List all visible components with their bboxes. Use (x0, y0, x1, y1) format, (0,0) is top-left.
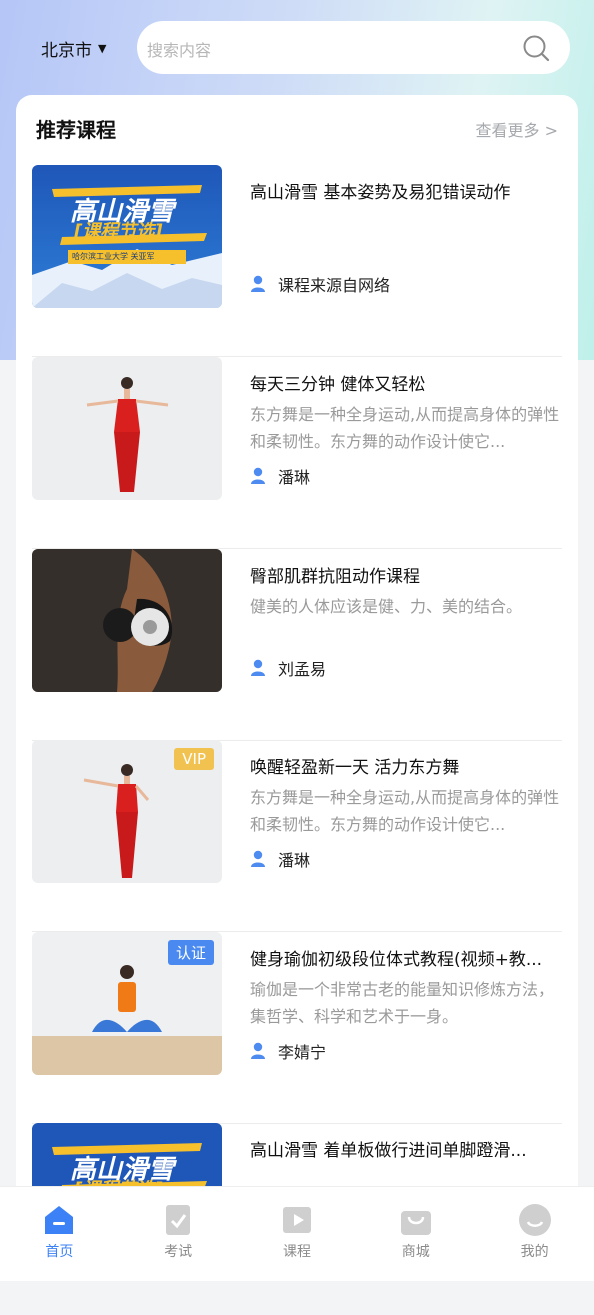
tab-profile[interactable]: 我的 (476, 1187, 594, 1281)
section-title: 推荐课程 (36, 118, 116, 142)
course-title: 臀部肌群抗阻动作课程 (250, 567, 420, 587)
course-thumbnail (32, 549, 222, 692)
course-description: 东方舞是一种全身运动,从而提高身体的弹性和柔韧性。东方舞的动作设计使它... (250, 405, 560, 451)
tab-label: 我的 (520, 1244, 549, 1260)
shop-bag-icon (400, 1211, 431, 1235)
course-title: 高山滑雪 着单板做行进间单脚蹬滑... (250, 1141, 527, 1161)
home-icon (45, 1206, 74, 1234)
course-author: 潘琳 (250, 847, 310, 871)
search-icon[interactable] (522, 34, 550, 62)
course-title: 每天三分钟 健体又轻松 (250, 375, 426, 395)
course-item[interactable]: 每天三分钟 健体又轻松 东方舞是一种全身运动,从而提高身体的弹性和柔韧性。东方舞… (32, 357, 562, 549)
author-name: 刘孟易 (278, 660, 327, 679)
certified-badge: 认证 (167, 940, 214, 965)
search-bar[interactable]: 搜索内容 (137, 21, 570, 74)
thumb-caption: 哈尔滨工业大学 关亚军 (72, 252, 155, 261)
top-bar: 北京市 ▼ 搜索内容 (0, 0, 594, 96)
course-author: 刘孟易 (250, 656, 326, 680)
course-thumbnail: VIP (32, 740, 222, 883)
caret-down-icon: ▼ (98, 41, 107, 55)
tab-label: 商城 (401, 1244, 430, 1260)
tab-course[interactable]: 课程 (238, 1187, 356, 1281)
course-title: 唤醒轻盈新一天 活力东方舞 (250, 758, 460, 778)
exam-icon (166, 1205, 191, 1235)
tab-shop[interactable]: 商城 (357, 1187, 475, 1281)
author-name: 课程来源自网络 (278, 276, 391, 295)
user-icon (251, 850, 265, 867)
tab-label: 课程 (282, 1244, 311, 1260)
course-author: 课程来源自网络 (250, 272, 390, 296)
recommended-panel: 推荐课程 查看更多 > 高山滑雪 [课程节选] 哈尔滨工业大学 关亚军 高山滑雪… (16, 95, 578, 1266)
course-title: 高山滑雪 基本姿势及易犯错误动作 (250, 183, 511, 203)
user-icon (251, 1042, 265, 1059)
course-title: 健身瑜伽初级段位体式教程(视频+教... (250, 950, 543, 970)
course-description: 瑜伽是一个非常古老的能量知识修炼方法，集哲学、科学和艺术于一身。 (250, 980, 555, 1026)
course-thumbnail: 高山滑雪 [课程节选] 哈尔滨工业大学 关亚军 (32, 165, 222, 308)
course-item[interactable]: 高山滑雪 [课程节选] 哈尔滨工业大学 关亚军 高山滑雪 基本姿势及易犯错误动作… (32, 165, 562, 357)
profile-icon (518, 1204, 551, 1236)
user-icon (251, 467, 265, 484)
user-icon (251, 275, 265, 292)
search-placeholder: 搜索内容 (147, 41, 212, 60)
tab-home[interactable]: 首页 (0, 1187, 118, 1281)
course-item[interactable]: VIP 唤醒轻盈新一天 活力东方舞 东方舞是一种全身运动,从而提高身体的弹性和柔… (32, 740, 562, 932)
city-label: 北京市 (41, 40, 92, 61)
course-author: 潘琳 (250, 464, 310, 488)
course-item[interactable]: 臀部肌群抗阻动作课程 健美的人体应该是健、力、美的结合。 刘孟易 (32, 549, 562, 741)
course-thumbnail: 认证 (32, 932, 222, 1075)
tab-label: 考试 (164, 1244, 193, 1260)
thumb-subtitle: [课程节选] (74, 221, 163, 242)
course-thumbnail (32, 357, 222, 500)
author-name: 潘琳 (278, 468, 311, 487)
user-icon (251, 659, 265, 676)
vip-badge: VIP (174, 748, 214, 770)
author-name: 李婧宁 (278, 1043, 327, 1062)
city-selector[interactable]: 北京市 ▼ (41, 36, 107, 61)
see-more-link[interactable]: 查看更多 > (476, 117, 559, 141)
course-play-icon (282, 1207, 311, 1233)
author-name: 潘琳 (278, 851, 311, 870)
course-item[interactable]: 认证 健身瑜伽初级段位体式教程(视频+教... 瑜伽是一个非常古老的能量知识修炼… (32, 932, 562, 1124)
tab-label: 首页 (45, 1244, 74, 1260)
tab-exam[interactable]: 考试 (119, 1187, 237, 1281)
bottom-tab-bar: 首页 考试 课程 商城 我的 (0, 1186, 594, 1281)
course-description: 东方舞是一种全身运动,从而提高身体的弹性和柔韧性。东方舞的动作设计使它... (250, 788, 560, 834)
course-description: 健美的人体应该是健、力、美的结合。 (250, 597, 523, 616)
course-author: 李婧宁 (250, 1039, 326, 1063)
panel-header: 推荐课程 查看更多 > (16, 95, 578, 159)
